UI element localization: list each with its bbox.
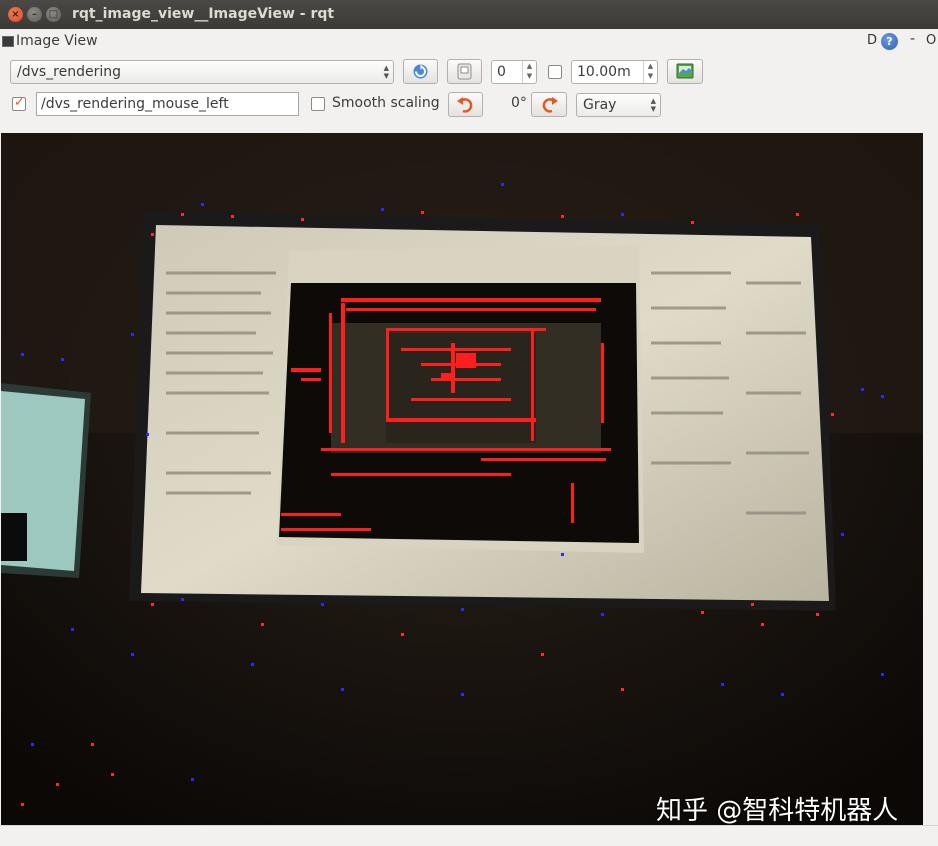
rotation-spinbox-value: 0	[497, 64, 506, 80]
mouse-topic-value: /dvs_rendering_mouse_left	[41, 96, 229, 112]
max-range-spinbox[interactable]: 10.00m ▲ ▼	[571, 60, 658, 84]
chevron-updown-icon: ▲ ▼	[650, 97, 656, 113]
max-range-checkbox[interactable]	[548, 65, 562, 79]
refresh-icon	[413, 64, 428, 79]
dock-close-button[interactable]: O	[926, 33, 936, 48]
rotate-right-icon	[542, 97, 558, 113]
rotate-image-button[interactable]	[447, 59, 482, 84]
rotate-left-icon	[457, 97, 473, 113]
rotation-spinbox[interactable]: 0 ▲ ▼	[491, 60, 537, 84]
window-icon	[457, 63, 472, 80]
mouse-topic-input[interactable]: /dvs_rendering_mouse_left	[36, 92, 299, 116]
window-titlebar: × – □ rqt_image_view__ImageView - rqt	[0, 0, 938, 29]
image-scrollbar-area	[923, 133, 938, 825]
max-range-value: 10.00m	[577, 64, 631, 80]
rotate-right-button[interactable]	[531, 92, 567, 117]
rotation-angle-label: 0°	[511, 95, 527, 111]
rotate-left-button[interactable]	[448, 92, 483, 117]
chevron-updown-icon: ▲ ▼	[383, 64, 389, 80]
watermark-text: 知乎 @智科特机器人	[656, 796, 899, 826]
spin-arrows-icon[interactable]: ▲ ▼	[522, 61, 536, 83]
help-icon[interactable]: ?	[881, 33, 898, 50]
smooth-scaling-label: Smooth scaling	[332, 95, 440, 111]
window-title: rqt_image_view__ImageView - rqt	[72, 6, 335, 22]
save-image-button[interactable]	[667, 59, 703, 84]
status-bar	[0, 825, 938, 846]
smooth-scaling-checkbox[interactable]	[311, 97, 325, 111]
publish-mouse-checkbox[interactable]	[12, 95, 26, 111]
minimize-window-button[interactable]: –	[27, 7, 42, 22]
topic-select-value: /dvs_rendering	[17, 64, 122, 80]
refresh-topics-button[interactable]	[403, 59, 438, 84]
image-display[interactable]	[1, 133, 923, 825]
topic-select[interactable]: /dvs_rendering ▲ ▼	[10, 60, 394, 84]
spin-arrows-icon[interactable]: ▲ ▼	[643, 61, 657, 83]
close-window-button[interactable]: ×	[8, 7, 23, 22]
maximize-window-button[interactable]: □	[46, 7, 61, 22]
dock-d-button[interactable]: D	[867, 33, 877, 48]
dock-minimize-button[interactable]: -	[910, 31, 915, 47]
color-scheme-value: Gray	[583, 97, 617, 113]
dock-window-icon	[2, 36, 14, 47]
dock-title: Image View	[16, 33, 98, 49]
save-image-icon	[676, 63, 694, 79]
camera-frame-image	[1, 133, 923, 825]
color-scheme-select[interactable]: Gray ▲ ▼	[576, 93, 661, 117]
dock-header: Image View D ? - O	[0, 29, 938, 55]
